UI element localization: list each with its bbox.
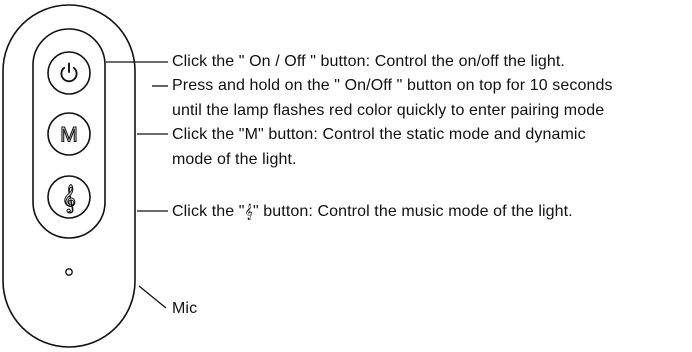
leader-line-mic [138,285,167,309]
mode-button[interactable]: M [47,112,91,156]
m-letter-icon: M [60,124,78,147]
music-label-prefix: Click the " [172,203,245,220]
mode-label-line2: mode of the light. [172,151,297,168]
treble-clef-inline-icon: 𝄞 [244,204,253,220]
music-label: Click the "𝄞" button: Control the music … [172,201,573,223]
mic-label: Mic [172,300,198,317]
pairing-label-line1: Press and hold on the " On/Off " button … [172,77,613,94]
treble-clef-icon: 𝄞 [62,184,76,213]
music-label-suffix: " button: Control the music mode of the … [252,203,573,220]
music-button[interactable]: 𝄞 [47,175,91,219]
power-button[interactable] [47,51,91,95]
power-label: Click the " On / Off " button: Control t… [172,53,565,70]
mic-hole [65,268,73,276]
pairing-label-line2: until the lamp flashes red color quickly… [172,102,605,119]
mode-label-line1: Click the "M" button: Control the static… [172,126,586,143]
